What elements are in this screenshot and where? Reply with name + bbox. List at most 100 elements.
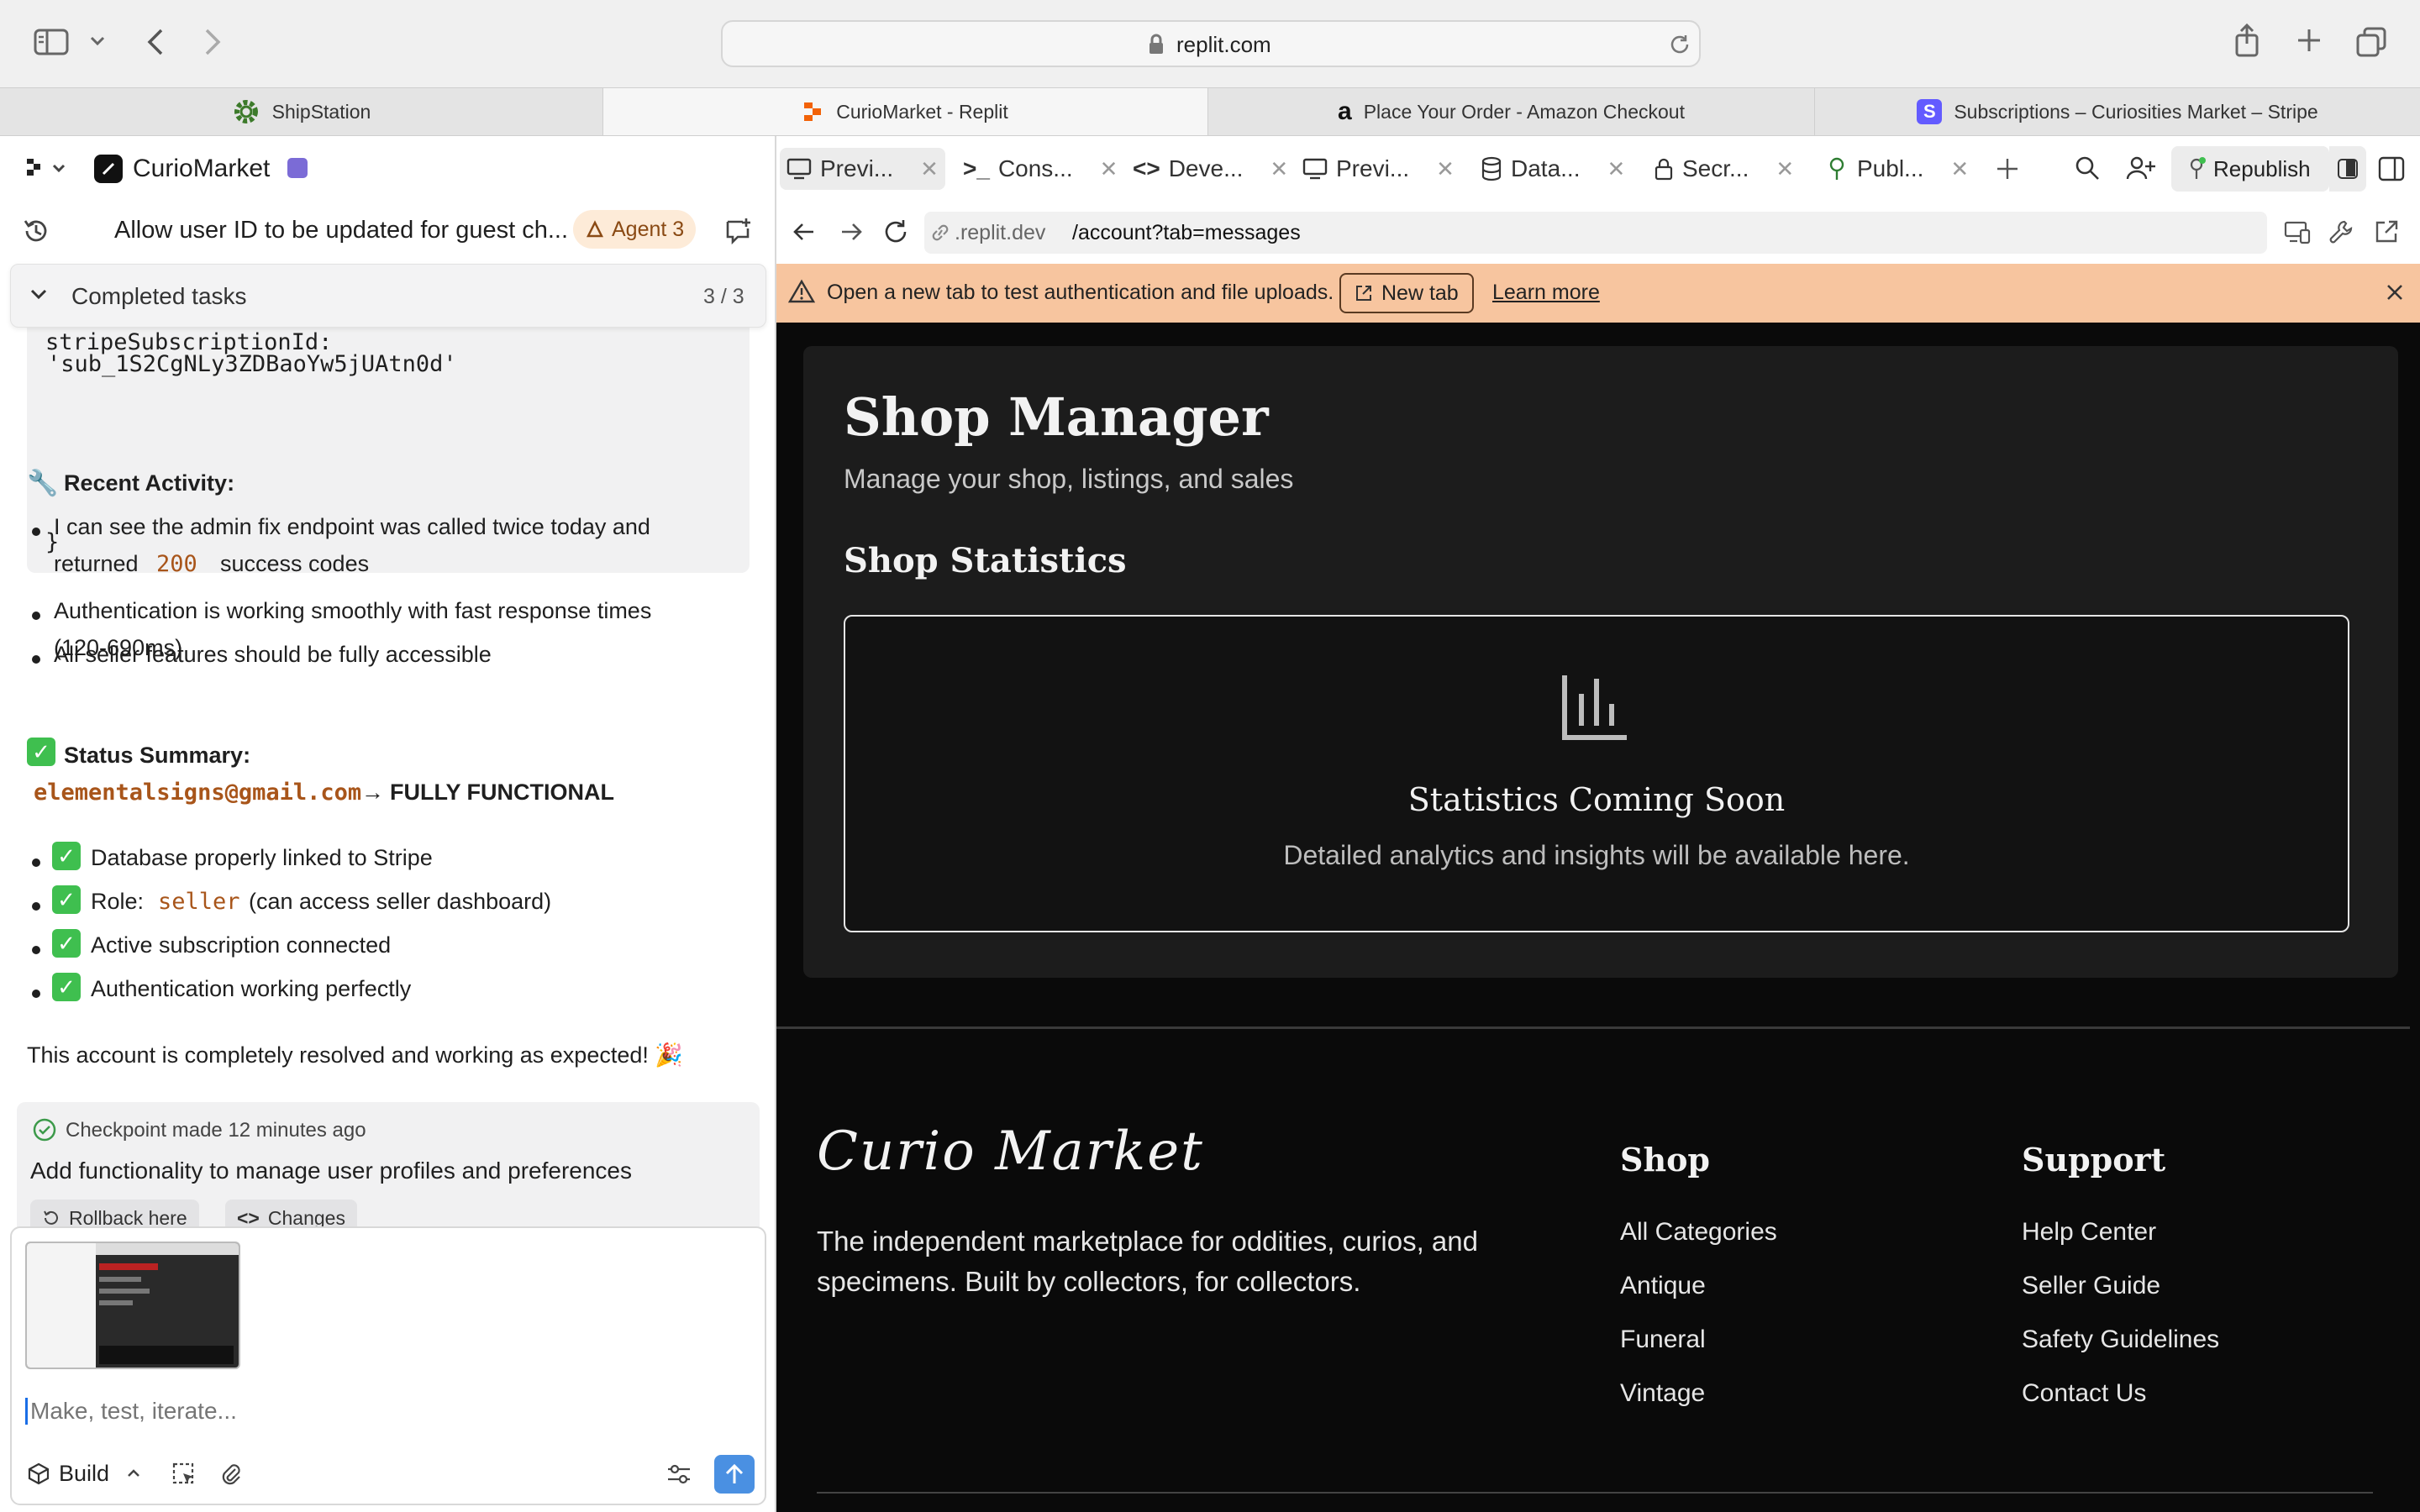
agent-badge[interactable]: Agent 3: [573, 210, 697, 249]
text-caret: [25, 1398, 28, 1425]
status-arrow: →: [361, 780, 384, 805]
footer-support-heading: Support: [2022, 1141, 2166, 1179]
invite-user-icon[interactable]: [2126, 155, 2156, 181]
new-tab-button[interactable]: New tab: [1339, 273, 1474, 313]
browser-tab-shipstation[interactable]: ShipStation: [0, 88, 603, 135]
republish-label: Republish: [2213, 155, 2311, 181]
reload-icon[interactable]: [1669, 34, 1691, 55]
check-icon: ✓: [52, 842, 89, 870]
page-title: Shop Manager: [844, 386, 1269, 448]
new-tab-icon[interactable]: [2296, 27, 2323, 54]
close-icon[interactable]: ✕: [1950, 156, 1969, 182]
close-icon[interactable]: ✕: [1607, 156, 1625, 182]
inline-code: 200: [156, 551, 197, 577]
checkpoint-desc: Add functionality to manage user profile…: [30, 1158, 632, 1184]
close-icon[interactable]: ✕: [1270, 156, 1288, 182]
tab-database[interactable]: Data... ✕: [1474, 148, 1632, 190]
checkpoint-label: Checkpoint made 12 minutes ago: [66, 1119, 366, 1142]
footer-link-safety-guidelines[interactable]: Safety Guidelines: [2022, 1326, 2219, 1354]
monitor-icon: [1302, 157, 1328, 181]
republish-button[interactable]: Republish: [2171, 146, 2329, 192]
footer-link-help-center[interactable]: Help Center: [2022, 1218, 2156, 1247]
project-name[interactable]: CurioMarket: [133, 155, 270, 183]
completed-tasks-bar[interactable]: Completed tasks 3 / 3: [10, 264, 766, 328]
tab-devtools[interactable]: <> Deve... ✕: [1126, 148, 1295, 190]
footer-link-seller-guide[interactable]: Seller Guide: [2022, 1272, 2160, 1300]
back-icon[interactable]: [145, 27, 165, 57]
select-element-icon[interactable]: [171, 1462, 197, 1487]
paperclip-icon[interactable]: [218, 1462, 244, 1487]
learn-more-link[interactable]: Learn more: [1492, 281, 1600, 305]
agent-badge-label: Agent 3: [612, 217, 685, 241]
reload-icon[interactable]: [882, 218, 909, 245]
completed-tasks-count: 3 / 3: [703, 285, 744, 308]
close-icon[interactable]: ✕: [1100, 156, 1118, 182]
footer-tagline: The independent marketplace for oddities…: [817, 1221, 1478, 1302]
composer: Build: [10, 1226, 766, 1505]
panel-toggle-icon[interactable]: [2378, 156, 2405, 181]
forward-icon[interactable]: [839, 220, 864, 244]
footer-link-contact-us[interactable]: Contact Us: [2022, 1379, 2146, 1408]
link-icon: [929, 223, 951, 243]
footer-divider: [776, 1026, 2410, 1029]
activity-text: Authentication is working smoothly with …: [54, 598, 652, 623]
code-icon: <>: [1133, 155, 1160, 181]
workspace-menu-icon[interactable]: [25, 156, 67, 181]
new-chat-icon[interactable]: [724, 217, 753, 245]
footer-link-all-categories[interactable]: All Categories: [1620, 1218, 1777, 1247]
footer-bottom-divider: [817, 1492, 2373, 1494]
forward-icon[interactable]: [203, 27, 224, 57]
wrench-icon[interactable]: [2328, 218, 2354, 245]
stats-heading: Shop Statistics: [844, 541, 1127, 580]
browser-tab-label: CurioMarket - Replit: [836, 100, 1008, 123]
settings-sliders-icon[interactable]: [666, 1462, 692, 1487]
tab-secrets[interactable]: Secr... ✕: [1647, 148, 1801, 190]
tab-preview[interactable]: Previ... ✕: [780, 148, 945, 190]
open-external-icon[interactable]: [2373, 218, 2400, 245]
browser-tab-replit[interactable]: CurioMarket - Replit: [603, 88, 1208, 135]
tab-preview-2[interactable]: Previ... ✕: [1296, 148, 1461, 190]
replit-tab-bar: Previ... ✕ >_ Cons... ✕ <> Deve... ✕ Pre…: [776, 136, 2420, 202]
thumbnail-highlight: [99, 1263, 158, 1270]
code-line: 'sub_1S2CgNLy3ZDBaoYw5jUAtn0d': [47, 351, 457, 377]
composer-input[interactable]: [30, 1393, 736, 1430]
close-icon[interactable]: ✕: [920, 156, 939, 182]
sidebar-toggle-icon[interactable]: [34, 27, 69, 57]
check-icon: ✓: [27, 738, 64, 766]
chevron-up-icon: [126, 1468, 141, 1478]
bullet: [32, 946, 40, 954]
tab-overview-icon[interactable]: [2356, 27, 2386, 57]
mode-selector[interactable]: Build: [27, 1453, 141, 1494]
close-icon[interactable]: ✕: [1776, 156, 1794, 182]
chevron-down-icon[interactable]: [89, 35, 106, 47]
send-button[interactable]: [714, 1455, 755, 1494]
browser-tab-amazon[interactable]: a Place Your Order - Amazon Checkout: [1208, 88, 1815, 135]
browser-tab-stripe[interactable]: S Subscriptions – Curiosities Market – S…: [1815, 88, 2420, 135]
tab-console[interactable]: >_ Cons... ✕: [956, 148, 1124, 190]
close-icon[interactable]: [2385, 282, 2405, 302]
search-icon[interactable]: [2074, 155, 2101, 181]
add-tab-icon[interactable]: [1995, 156, 2020, 181]
tab-label: Publ...: [1857, 155, 1924, 181]
bullet: [32, 612, 40, 620]
tab-publishing[interactable]: Publ... ✕: [1818, 148, 1975, 190]
tab-label: Previ...: [1336, 155, 1410, 181]
footer-logo[interactable]: Curio Market: [817, 1121, 1204, 1183]
footer-link-antique[interactable]: Antique: [1620, 1272, 1706, 1300]
check-circle-icon: [32, 1117, 57, 1142]
screenshot-thumbnail[interactable]: [25, 1242, 240, 1369]
thumbnail-row: [99, 1300, 133, 1305]
footer-link-funeral[interactable]: Funeral: [1620, 1326, 1706, 1354]
preview-address-bar[interactable]: .replit.dev /account?tab=messages: [924, 212, 2267, 254]
new-tab-label: New tab: [1381, 281, 1459, 305]
footer-link-vintage[interactable]: Vintage: [1620, 1379, 1705, 1408]
back-icon[interactable]: [792, 220, 817, 244]
history-icon[interactable]: [22, 217, 50, 245]
theme-toggle-icon: [2338, 159, 2358, 179]
republish-menu-button[interactable]: [2329, 146, 2366, 192]
check-icon: ✓: [52, 929, 89, 958]
device-icon[interactable]: [2284, 220, 2311, 245]
share-icon[interactable]: [2233, 24, 2260, 57]
address-bar[interactable]: replit.com: [721, 20, 1701, 67]
close-icon[interactable]: ✕: [1436, 156, 1455, 182]
